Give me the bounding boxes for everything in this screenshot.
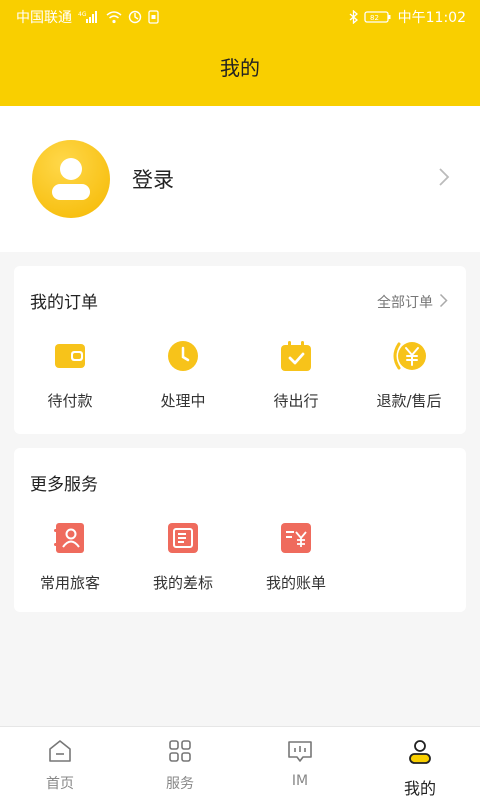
orders-title: 我的订单 — [30, 293, 98, 313]
top-bar: 中国联通 4G 82 中午11:02 我的 — [0, 0, 480, 106]
order-upcoming-trip[interactable]: 待出行 — [240, 338, 352, 411]
default-avatar-icon — [52, 158, 90, 200]
tab-home[interactable]: 首页 — [0, 727, 120, 800]
page-title: 我的 — [220, 56, 260, 80]
service-frequent-travelers[interactable]: 常用旅客 — [14, 520, 126, 593]
bluetooth-icon — [349, 10, 358, 24]
screen: 中国联通 4G 82 中午11:02 我的 登录 我的订单 全部订单 待付款 处… — [0, 0, 480, 800]
contacts-book-icon — [54, 520, 86, 556]
avatar — [32, 140, 110, 218]
chat-icon — [287, 739, 313, 767]
service-item-label: 我的账单 — [265, 574, 326, 592]
bottom-tab-bar: 首页 服务 IM 我的 — [0, 726, 480, 800]
grid-icon — [168, 739, 192, 767]
bill-yen-icon — [280, 520, 312, 556]
order-processing[interactable]: 处理中 — [127, 338, 239, 411]
tab-label: 服务 — [166, 776, 194, 792]
sync-icon — [128, 10, 142, 24]
battery-icon: 82 — [363, 10, 392, 24]
orders-card: 我的订单 全部订单 待付款 处理中 待出行 退款/售后 — [14, 266, 466, 434]
all-orders-label: 全部订单 — [377, 295, 433, 311]
tab-services[interactable]: 服务 — [120, 727, 240, 800]
standard-doc-icon — [167, 520, 199, 556]
tab-mine[interactable]: 我的 — [360, 727, 480, 800]
login-label[interactable]: 登录 — [132, 164, 174, 194]
service-item-label: 常用旅客 — [39, 574, 100, 592]
chevron-right-icon — [439, 293, 448, 312]
refund-yen-icon — [391, 338, 427, 374]
order-item-label: 处理中 — [160, 392, 206, 410]
tab-im[interactable]: IM — [240, 727, 360, 800]
order-pending-payment[interactable]: 待付款 — [14, 338, 126, 411]
services-title: 更多服务 — [30, 475, 98, 495]
sim-icon — [148, 10, 159, 24]
status-right: 82 中午11:02 — [349, 7, 466, 27]
service-item-label: 我的差标 — [152, 574, 213, 592]
user-icon — [408, 739, 432, 769]
service-travel-standard[interactable]: 我的差标 — [127, 520, 239, 593]
order-item-label: 待付款 — [47, 392, 93, 410]
tab-label: 首页 — [46, 776, 74, 792]
tab-label: IM — [291, 773, 309, 789]
status-left: 中国联通 4G — [16, 7, 159, 27]
clock-time: 中午11:02 — [397, 10, 466, 26]
all-orders-link[interactable]: 全部订单 — [377, 292, 448, 312]
tab-label: 我的 — [403, 779, 436, 798]
clock-icon — [167, 338, 199, 374]
carrier-label: 中国联通 — [16, 10, 72, 26]
battery-level-label: 82 — [370, 14, 379, 22]
service-my-bills[interactable]: 我的账单 — [240, 520, 352, 593]
home-icon — [47, 739, 73, 767]
wallet-icon — [54, 338, 86, 374]
chevron-right-icon — [438, 167, 450, 191]
services-card: 更多服务 常用旅客 我的差标 我的账单 — [14, 448, 466, 612]
profile-login-row[interactable]: 登录 — [0, 106, 480, 252]
status-bar: 中国联通 4G 82 中午11:02 — [0, 0, 480, 34]
wifi-icon — [106, 10, 122, 24]
order-item-label: 退款/售后 — [376, 392, 442, 410]
order-refund-aftersales[interactable]: 退款/售后 — [353, 338, 465, 411]
signal-icon: 4G — [78, 10, 100, 24]
order-item-label: 待出行 — [273, 392, 319, 410]
network-type-label: 4G — [78, 11, 87, 18]
calendar-check-icon — [280, 338, 312, 374]
